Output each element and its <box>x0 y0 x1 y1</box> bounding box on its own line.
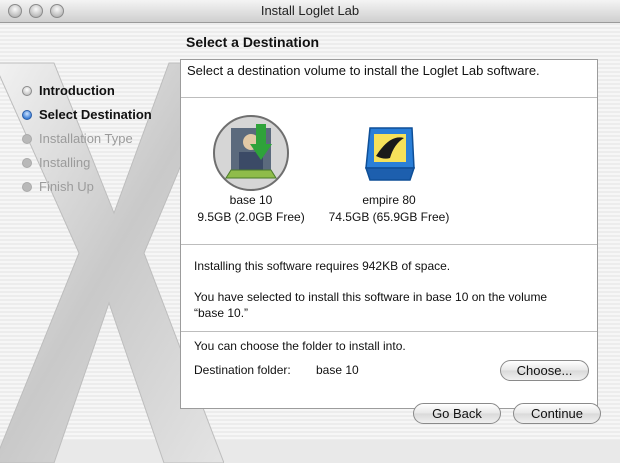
volume-size: 9.5GB (2.0GB Free) <box>197 210 305 224</box>
destination-folder-value: base 10 <box>316 363 359 377</box>
step-finish-up: Finish Up <box>22 177 152 201</box>
destination-panel: Select a destination volume to install t… <box>180 59 598 409</box>
volume-name: empire 80 <box>362 193 416 207</box>
divider <box>181 244 597 245</box>
volume-empire-80[interactable]: empire 80 74.5GB (65.9GB Free) <box>319 114 459 226</box>
volume-base-10[interactable]: base 10 9.5GB (2.0GB Free) <box>181 114 321 226</box>
volume-size: 74.5GB (65.9GB Free) <box>328 210 450 224</box>
selection-text: You have selected to install this softwa… <box>194 290 548 320</box>
step-label: Select Destination <box>39 107 152 122</box>
page-title: Select a Destination <box>186 34 320 50</box>
step-introduction: Introduction <box>22 81 152 105</box>
go-back-button[interactable]: Go Back <box>413 403 501 424</box>
destination-folder-label: Destination folder: <box>194 363 291 377</box>
window-title: Install Loglet Lab <box>260 3 360 18</box>
title-bar: Install Loglet Lab <box>0 0 620 23</box>
step-select-destination: Select Destination <box>22 105 152 129</box>
step-label: Finish Up <box>39 179 94 194</box>
step-bullet-icon <box>22 158 32 168</box>
step-current-bullet-icon <box>22 110 32 120</box>
intro-text: Select a destination volume to install t… <box>187 63 540 78</box>
installer-steps: Introduction Select Destination Installa… <box>22 81 152 201</box>
step-installing: Installing <box>22 153 152 177</box>
installer-window: Select a Destination Introduction Select… <box>0 23 620 463</box>
step-installation-type: Installation Type <box>22 129 152 153</box>
choose-button[interactable]: Choose... <box>500 360 589 381</box>
step-bullet-icon <box>22 182 32 192</box>
hard-drive-photo-icon <box>212 114 290 192</box>
volume-name: base 10 <box>229 193 273 207</box>
space-requirement-text: Installing this software requires 942KB … <box>194 259 451 273</box>
continue-button[interactable]: Continue <box>513 403 601 424</box>
hard-drive-banana-icon <box>350 114 428 192</box>
step-bullet-icon <box>22 86 32 96</box>
step-bullet-icon <box>22 134 32 144</box>
step-label: Installing <box>39 155 91 170</box>
choose-folder-hint: You can choose the folder to install int… <box>194 339 406 353</box>
step-label: Introduction <box>39 83 115 98</box>
divider <box>181 331 597 332</box>
divider <box>181 97 597 98</box>
step-label: Installation Type <box>39 131 133 146</box>
